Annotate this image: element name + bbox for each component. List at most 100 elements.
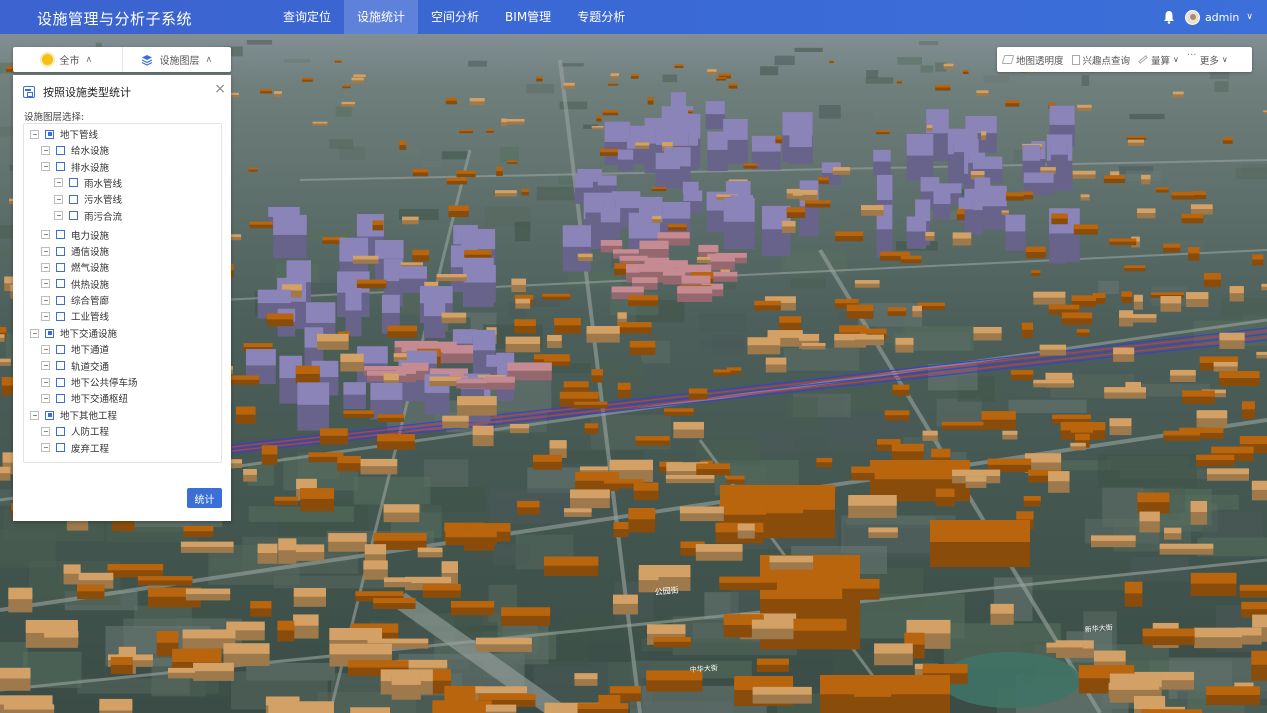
building-roof xyxy=(562,225,592,247)
building xyxy=(1155,187,1169,193)
collapse-toggle-icon[interactable] xyxy=(41,230,50,240)
collapse-toggle-icon[interactable] xyxy=(41,246,50,256)
building-roof xyxy=(619,255,648,261)
tree-checkbox[interactable] xyxy=(56,246,65,256)
collapse-toggle-icon[interactable] xyxy=(41,162,50,172)
tree-checkbox[interactable] xyxy=(56,262,65,272)
tree-checkbox[interactable] xyxy=(69,194,78,204)
tree-checkbox[interactable] xyxy=(56,162,65,172)
nav-item-statistics[interactable]: 设施统计 xyxy=(344,0,419,34)
tree-node[interactable]: 通信设施 xyxy=(41,244,109,258)
tree-node[interactable]: 综合管廊 xyxy=(41,293,109,307)
collapse-toggle-icon[interactable] xyxy=(41,279,50,289)
nav-item-bim[interactable]: BIM管理 xyxy=(492,0,564,34)
tree-node[interactable]: 给水设施 xyxy=(41,143,109,157)
user-menu[interactable]: admin ∨ xyxy=(1184,9,1253,25)
tree-checkbox[interactable] xyxy=(56,279,65,289)
collapse-toggle-icon[interactable] xyxy=(54,178,63,188)
tree-checkbox[interactable] xyxy=(56,443,65,453)
collapse-toggle-icon[interactable] xyxy=(54,194,63,204)
collapse-toggle-icon[interactable] xyxy=(30,410,39,420)
tree-checkbox[interactable] xyxy=(45,129,54,139)
collapse-toggle-icon[interactable] xyxy=(41,295,50,305)
tree-checkbox[interactable] xyxy=(69,211,78,220)
map-opacity-tool[interactable]: 地图透明度 xyxy=(1001,53,1064,67)
collapse-toggle-icon[interactable] xyxy=(41,393,50,403)
building-roof xyxy=(521,188,529,192)
tree-node[interactable]: 地下管线 xyxy=(30,127,98,141)
building-roof xyxy=(1137,208,1156,213)
nav-item-thematic[interactable]: 专题分析 xyxy=(564,0,638,34)
statistics-button[interactable]: 统计 xyxy=(187,488,222,508)
tree-node[interactable]: 地下公共停车场 xyxy=(41,375,138,389)
collapse-toggle-icon[interactable] xyxy=(41,426,50,436)
tree-node[interactable]: 雨污合流 xyxy=(54,209,122,223)
building xyxy=(842,578,880,600)
building-roof xyxy=(789,132,812,148)
tree-node[interactable]: 电力设施 xyxy=(41,228,109,242)
collapse-toggle-icon[interactable] xyxy=(41,311,50,321)
tree-checkbox[interactable] xyxy=(56,361,65,371)
collapse-toggle-icon[interactable] xyxy=(30,328,39,338)
building-roof xyxy=(1021,322,1034,330)
tree-checkbox[interactable] xyxy=(45,410,54,420)
collapse-toggle-icon[interactable] xyxy=(54,211,63,220)
building-roof xyxy=(574,673,598,680)
bell-icon[interactable] xyxy=(1163,10,1175,24)
tree-checkbox[interactable] xyxy=(56,393,65,403)
building-roof xyxy=(107,563,164,571)
tree-checkbox[interactable] xyxy=(56,145,65,155)
tree-node[interactable]: 雨水管线 xyxy=(54,176,122,190)
collapse-toggle-icon[interactable] xyxy=(41,262,50,272)
building-roof xyxy=(842,578,880,589)
tree-node[interactable]: 人防工程 xyxy=(41,424,109,438)
building-roof xyxy=(1109,238,1137,242)
tree-checkbox[interactable] xyxy=(69,178,78,188)
tree-checkbox[interactable] xyxy=(56,295,65,305)
building-roof xyxy=(1052,414,1091,419)
building xyxy=(469,98,485,106)
tree-node[interactable]: 轨道交通 xyxy=(41,359,109,373)
tree-node[interactable]: 工业管线 xyxy=(41,309,109,323)
collapse-toggle-icon[interactable] xyxy=(41,361,50,371)
poi-query-tool[interactable]: 兴趣点查询 xyxy=(1071,53,1130,67)
tree-node[interactable]: 地下交通枢纽 xyxy=(41,391,128,405)
tree-checkbox[interactable] xyxy=(56,377,65,387)
building-roof xyxy=(600,207,621,223)
tree-node[interactable]: 燃气设施 xyxy=(41,260,109,274)
nav-item-spatial-analysis[interactable]: 空间分析 xyxy=(418,0,492,34)
collapse-toggle-icon[interactable] xyxy=(30,129,39,139)
building-roof xyxy=(223,643,270,654)
building-roof xyxy=(635,142,650,146)
building-roof xyxy=(367,638,429,644)
tree-checkbox[interactable] xyxy=(56,311,65,321)
collapse-toggle-icon[interactable] xyxy=(41,145,50,155)
tree-node[interactable]: 地下通道 xyxy=(41,342,109,356)
tree-node[interactable]: 供热设施 xyxy=(41,277,109,291)
collapse-toggle-icon[interactable] xyxy=(41,443,50,453)
tree-checkbox[interactable] xyxy=(45,328,54,338)
tool-label: 更多 xyxy=(1199,55,1219,67)
layer-selector[interactable]: 设施图层 ∧ xyxy=(121,47,232,72)
tree-node[interactable]: 废弃工程 xyxy=(41,441,109,455)
close-icon[interactable]: × xyxy=(214,82,226,96)
tree-node[interactable]: 地下交通设施 xyxy=(30,326,117,340)
nav-item-query[interactable]: 查询定位 xyxy=(270,0,344,34)
collapse-toggle-icon[interactable] xyxy=(41,344,50,354)
collapse-toggle-icon[interactable] xyxy=(41,377,50,387)
tree-node[interactable]: 地下其他工程 xyxy=(30,408,117,422)
tree-checkbox[interactable] xyxy=(56,344,65,354)
building-roof xyxy=(695,544,743,552)
region-selector[interactable]: 全市 ∧ xyxy=(13,47,122,72)
building-roof xyxy=(1190,500,1208,513)
building-roof xyxy=(639,240,669,250)
building xyxy=(1196,454,1235,467)
tree-node[interactable]: 排水设施 xyxy=(41,160,109,174)
more-tool[interactable]: 更多 ∨ xyxy=(1187,50,1228,67)
measure-tool[interactable]: 量算 ∨ xyxy=(1138,53,1179,67)
tree-checkbox[interactable] xyxy=(56,426,65,436)
avatar xyxy=(1184,9,1200,25)
building-roof xyxy=(273,214,307,235)
tree-checkbox[interactable] xyxy=(56,230,65,240)
tree-node[interactable]: 污水管线 xyxy=(54,192,122,206)
